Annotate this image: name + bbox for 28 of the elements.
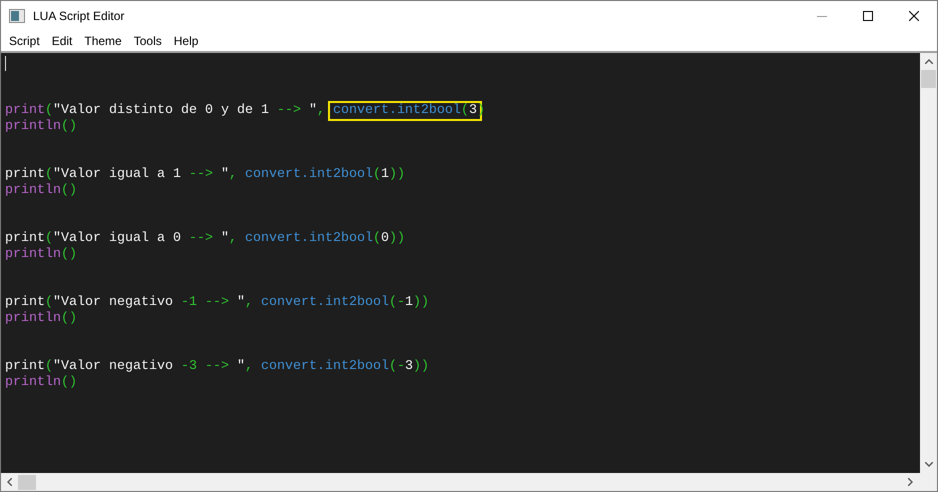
menu-item[interactable]: Script <box>3 32 46 50</box>
scroll-down-icon <box>924 462 932 467</box>
code-text: print("Valor igual a 1 --> ", convert.int2bool(1)) <box>5 167 405 183</box>
code-text: println() <box>5 119 77 135</box>
code-text: println() <box>5 247 77 263</box>
menu-item[interactable]: Tools <box>128 32 168 50</box>
menu-item[interactable]: Help <box>168 32 204 50</box>
code-text: print("Valor negativo -1 --> ", convert.int2bool(-1)) <box>5 295 429 311</box>
code-text: print("Valor igual a 0 --> ", convert.int2bool(0)) <box>5 231 405 247</box>
scroll-left-icon <box>7 478 12 486</box>
code-text: println() <box>5 375 77 391</box>
app-icon <box>9 9 25 23</box>
scrollbar-thumb[interactable] <box>18 474 36 490</box>
window-title: LUA Script Editor <box>33 8 124 25</box>
scroll-up-icon <box>924 59 932 64</box>
code-text: print("Valor negativo -3 --> ", convert.int2bool(-3)) <box>5 359 429 375</box>
menu-item[interactable]: Theme <box>78 32 128 50</box>
menu-item[interactable]: Edit <box>46 32 78 50</box>
code-text: println() <box>5 311 77 327</box>
horizontal-scrollbar[interactable] <box>1 473 937 491</box>
code-text: print("Valor distinto de 0 y de 1 --> ", <box>5 103 326 119</box>
close-icon <box>909 11 919 21</box>
code-text: ) <box>476 103 485 119</box>
code-text: println() <box>5 183 77 199</box>
scrollbar-thumb[interactable] <box>921 70 936 88</box>
vertical-scrollbar[interactable] <box>920 53 937 473</box>
scroll-right-icon <box>908 478 913 486</box>
maximize-icon <box>863 11 873 21</box>
